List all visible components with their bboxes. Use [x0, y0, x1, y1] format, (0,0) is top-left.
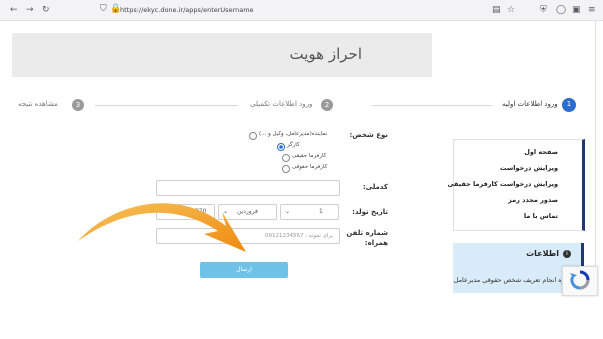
annotation-arrow [78, 203, 246, 252]
arrow-shape [78, 203, 246, 252]
